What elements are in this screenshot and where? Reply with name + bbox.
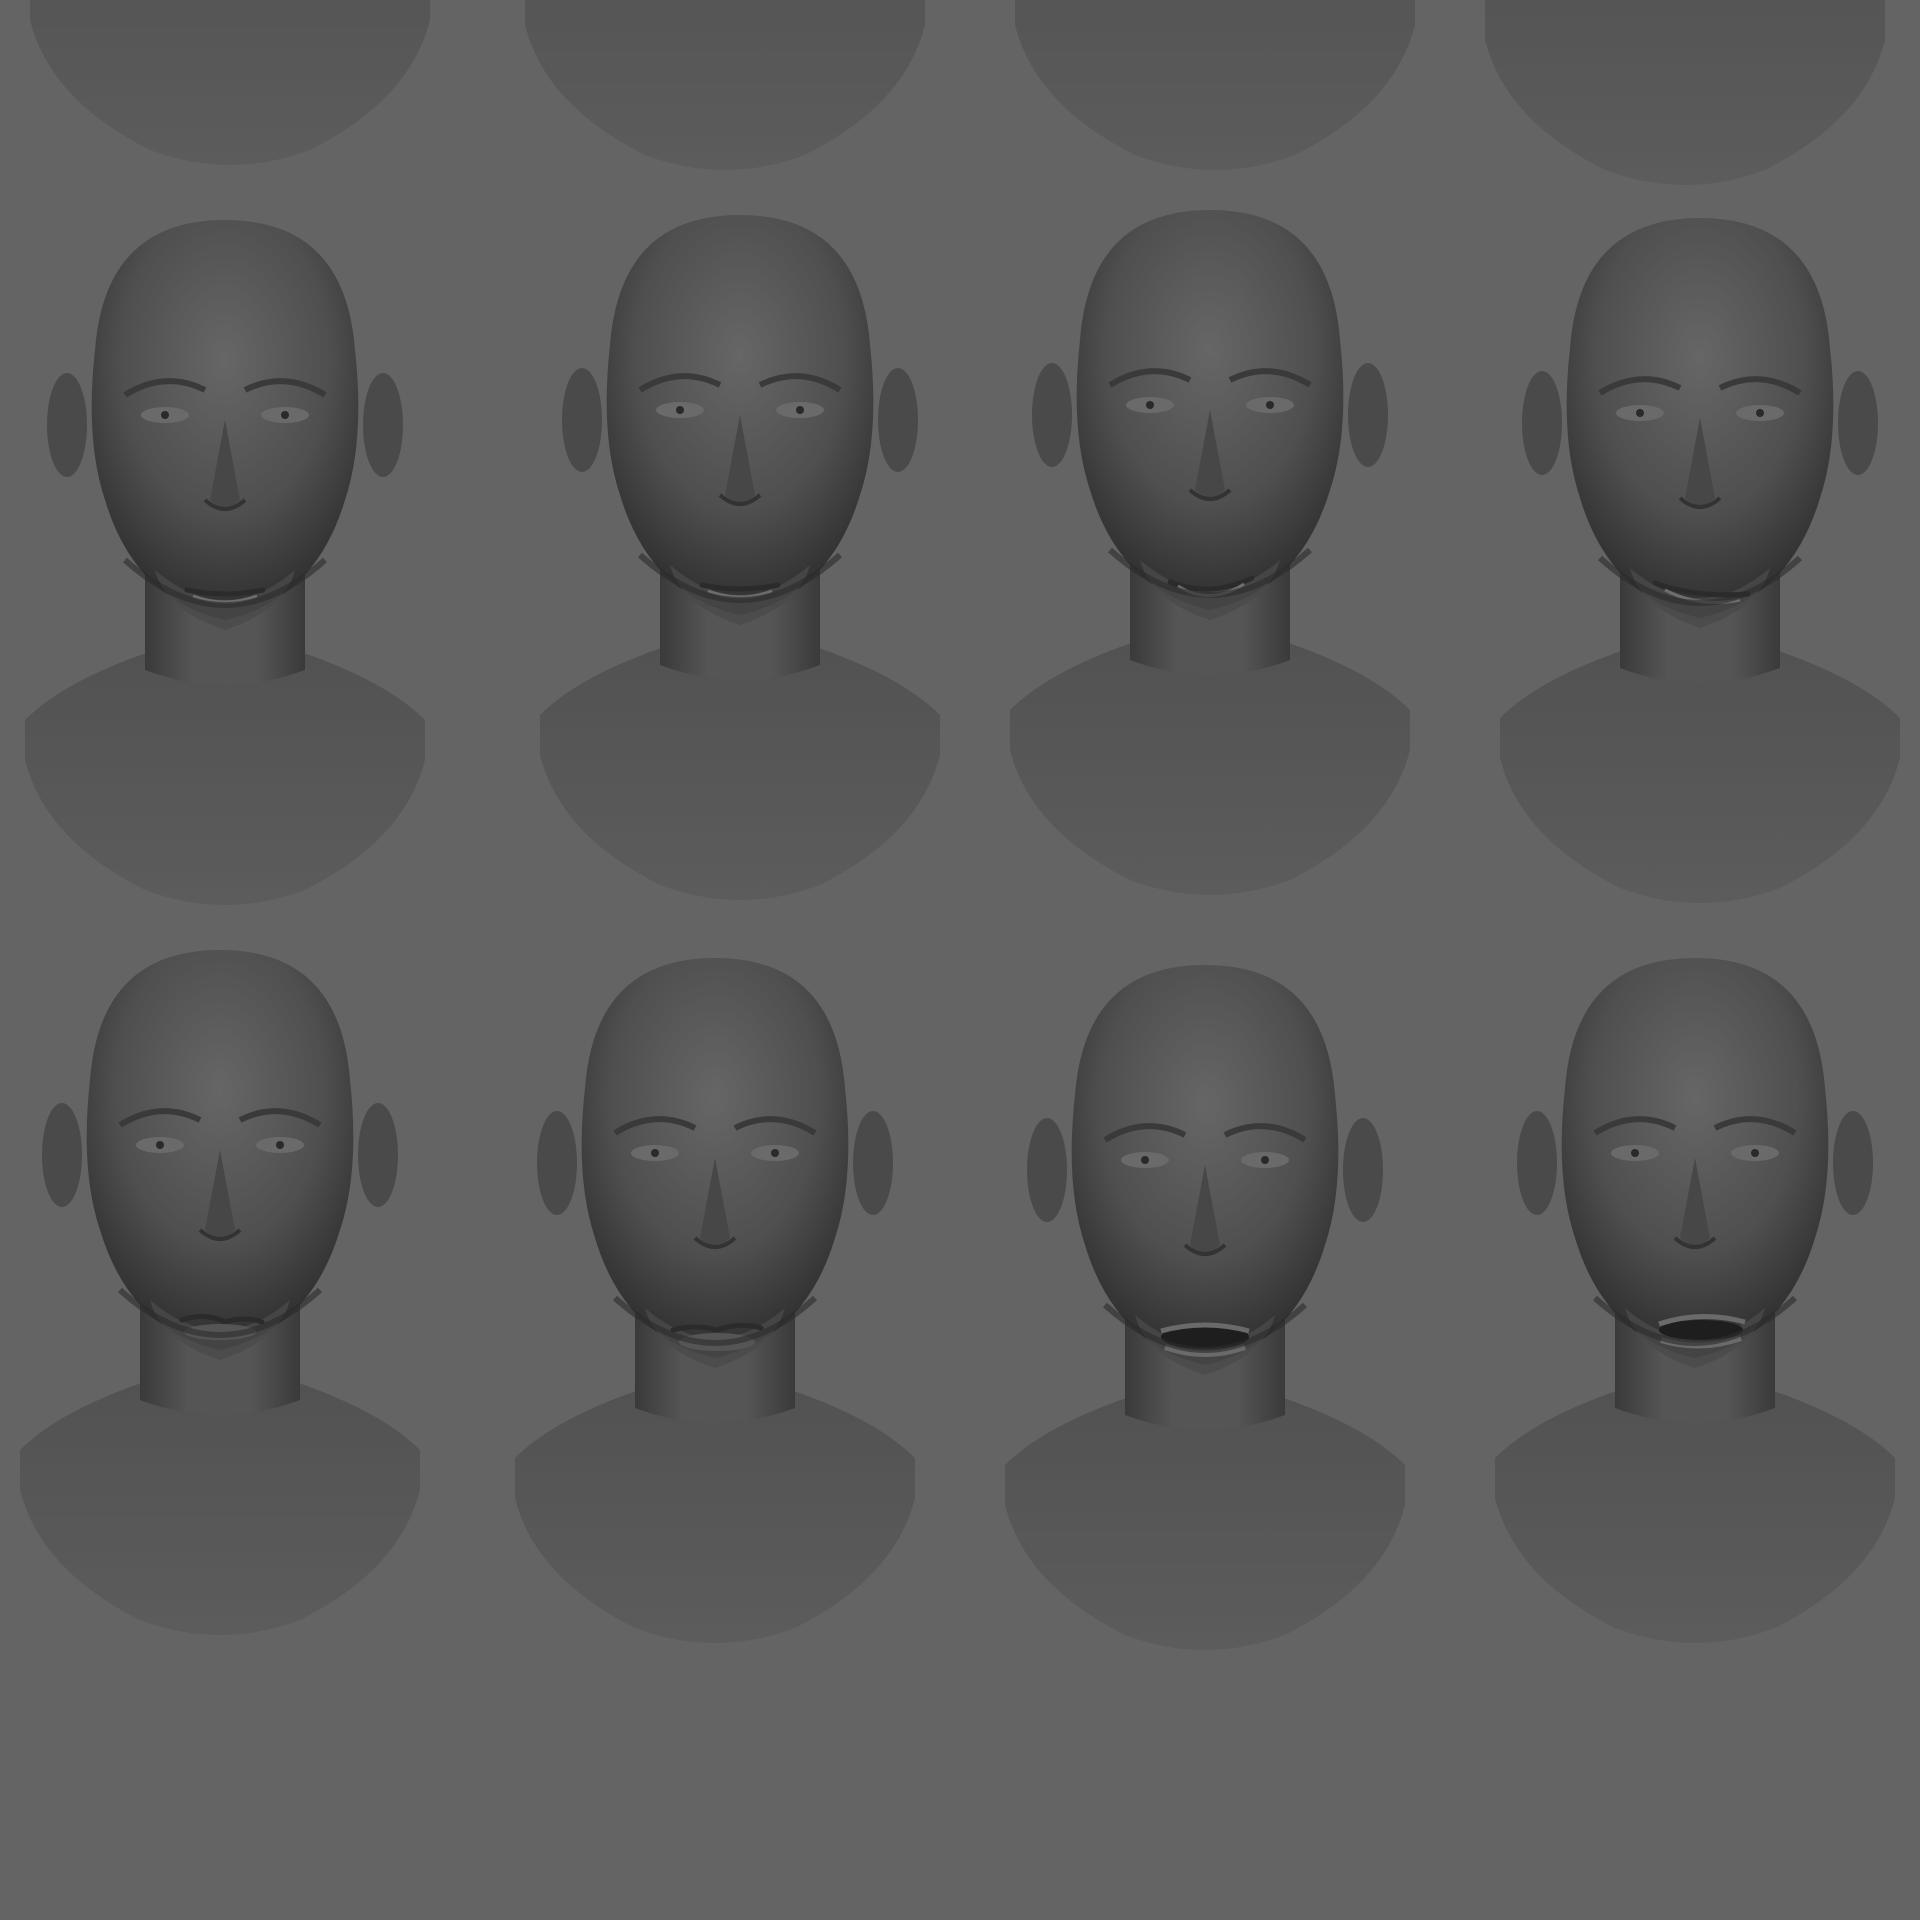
head-bust-r3c1 bbox=[0, 930, 440, 1650]
head-bust-r3c2 bbox=[495, 938, 935, 1658]
render-sheet bbox=[0, 0, 1920, 1920]
head-bust-r2c1 bbox=[5, 200, 445, 920]
head-bust-r2c2 bbox=[520, 195, 960, 915]
head-bust-r1c3 bbox=[995, 0, 1435, 185]
head-bust-r2c4 bbox=[1480, 198, 1920, 918]
head-bust-r1c2 bbox=[505, 0, 945, 185]
head-bust-r3c3 bbox=[985, 945, 1425, 1665]
head-bust-r1c4 bbox=[1465, 0, 1905, 200]
head-bust-r2c3 bbox=[990, 190, 1430, 910]
head-bust-r3c4 bbox=[1475, 938, 1915, 1658]
head-bust-r1c1 bbox=[10, 0, 450, 180]
